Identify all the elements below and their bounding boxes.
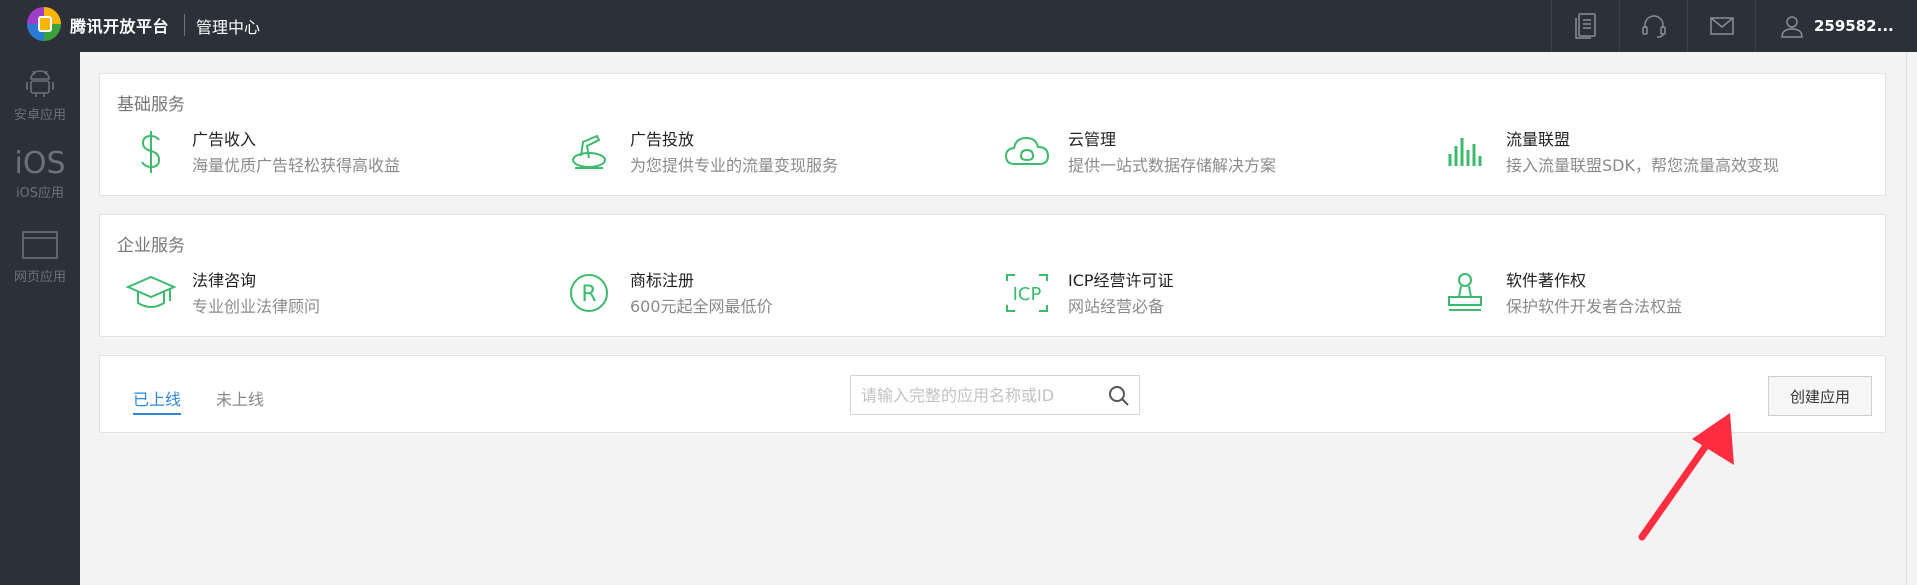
document-button[interactable]	[1551, 0, 1619, 52]
apps-panel: 已上线 未上线 创建应用	[99, 355, 1886, 433]
sidebar-item-android[interactable]: 安卓应用	[0, 66, 80, 123]
service-desc: 提供一站式数据存储解决方案	[1068, 156, 1277, 175]
dollar-icon	[123, 126, 179, 178]
service-name: ICP经营许可证	[1068, 271, 1174, 290]
cloud-icon	[999, 126, 1055, 178]
scrollbar-track[interactable]	[1906, 52, 1917, 585]
service-name: 法律咨询	[192, 271, 257, 290]
service-item-ad-placement[interactable]: 广告投放 为您提供专业的流量变现服务	[561, 126, 981, 186]
graduation-cap-icon	[123, 267, 179, 319]
service-desc: 600元起全网最低价	[630, 297, 773, 316]
top-navbar: 腾讯开放平台 管理中心 259582...	[0, 0, 1917, 52]
megaphone-icon	[561, 126, 617, 178]
sidebar: 安卓应用 iOS iOS应用 网页应用	[0, 52, 80, 585]
service-desc: 专业创业法律顾问	[192, 297, 321, 316]
registered-letter: R	[581, 282, 596, 307]
user-icon	[1781, 16, 1803, 38]
service-name: 云管理	[1068, 130, 1117, 149]
sidebar-item-ios[interactable]: iOS iOS应用	[0, 146, 80, 202]
tab-offline[interactable]: 未上线	[216, 386, 264, 410]
section-title: 基础服务	[117, 95, 185, 115]
service-name: 流量联盟	[1506, 130, 1571, 149]
android-icon	[26, 70, 54, 97]
service-desc: 为您提供专业的流量变现服务	[630, 156, 839, 175]
service-desc: 接入流量联盟SDK，帮您流量高效变现	[1506, 156, 1779, 175]
service-desc: 海量优质广告轻松获得高收益	[192, 156, 401, 175]
sidebar-item-label: 安卓应用	[13, 108, 66, 123]
service-item-cloud[interactable]: 云管理 提供一站式数据存储解决方案	[999, 126, 1419, 186]
service-name: 广告投放	[630, 130, 695, 149]
browser-icon	[22, 231, 58, 259]
tencent-logo[interactable]	[24, 4, 64, 44]
basic-services-panel: 基础服务 广告收入 海量优质广告轻松获得高收益 广告投放 为您提供专业的流量变现…	[99, 73, 1886, 196]
top-actions: 259582...	[1551, 0, 1911, 52]
sidebar-item-web[interactable]: 网页应用	[0, 230, 80, 285]
stamp-icon	[1437, 267, 1493, 319]
service-desc: 网站经营必备	[1068, 297, 1165, 316]
service-desc: 保护软件开发者合法权益	[1506, 297, 1683, 316]
service-name: 商标注册	[630, 271, 695, 290]
service-item-ad-revenue[interactable]: 广告收入 海量优质广告轻松获得高收益	[123, 126, 543, 186]
ios-icon: iOS	[14, 146, 66, 181]
service-name: 软件著作权	[1506, 271, 1587, 290]
enterprise-services-panel: 企业服务 法律咨询 专业创业法律顾问 R 商标注册 600元起全网最低价 ICP…	[99, 214, 1886, 337]
tab-online[interactable]: 已上线	[133, 386, 182, 415]
icp-icon: ICP	[999, 267, 1055, 319]
service-name: 广告收入	[192, 130, 257, 149]
search-input[interactable]	[861, 384, 1091, 406]
service-item-trademark[interactable]: R 商标注册 600元起全网最低价	[561, 267, 981, 327]
support-button[interactable]	[1619, 0, 1687, 52]
page-subtitle[interactable]: 管理中心	[196, 14, 260, 38]
brand-divider	[184, 14, 185, 36]
service-item-icp[interactable]: ICP ICP经营许可证 网站经营必备	[999, 267, 1419, 327]
annotation-arrow	[1638, 413, 1734, 541]
user-menu[interactable]: 259582...	[1755, 0, 1911, 52]
document-icon	[1574, 13, 1596, 39]
headset-icon	[1641, 15, 1666, 38]
icp-letters: ICP	[1013, 284, 1042, 305]
sidebar-item-label: iOS应用	[15, 186, 65, 201]
messages-button[interactable]	[1687, 0, 1755, 52]
search-icon[interactable]	[1107, 384, 1131, 408]
section-title: 企业服务	[117, 236, 185, 256]
bars-icon	[1437, 126, 1493, 178]
sidebar-item-label: 网页应用	[13, 270, 66, 285]
create-app-button[interactable]: 创建应用	[1768, 376, 1872, 416]
mail-icon	[1709, 17, 1734, 35]
service-item-copyright[interactable]: 软件著作权 保护软件开发者合法权益	[1437, 267, 1857, 327]
service-item-legal[interactable]: 法律咨询 专业创业法律顾问	[123, 267, 543, 327]
service-item-traffic-alliance[interactable]: 流量联盟 接入流量联盟SDK，帮您流量高效变现	[1437, 126, 1857, 186]
search-box	[850, 375, 1140, 415]
user-id: 259582...	[1814, 17, 1894, 35]
brand-name[interactable]: 腾讯开放平台	[70, 13, 169, 37]
registered-icon: R	[561, 267, 617, 319]
